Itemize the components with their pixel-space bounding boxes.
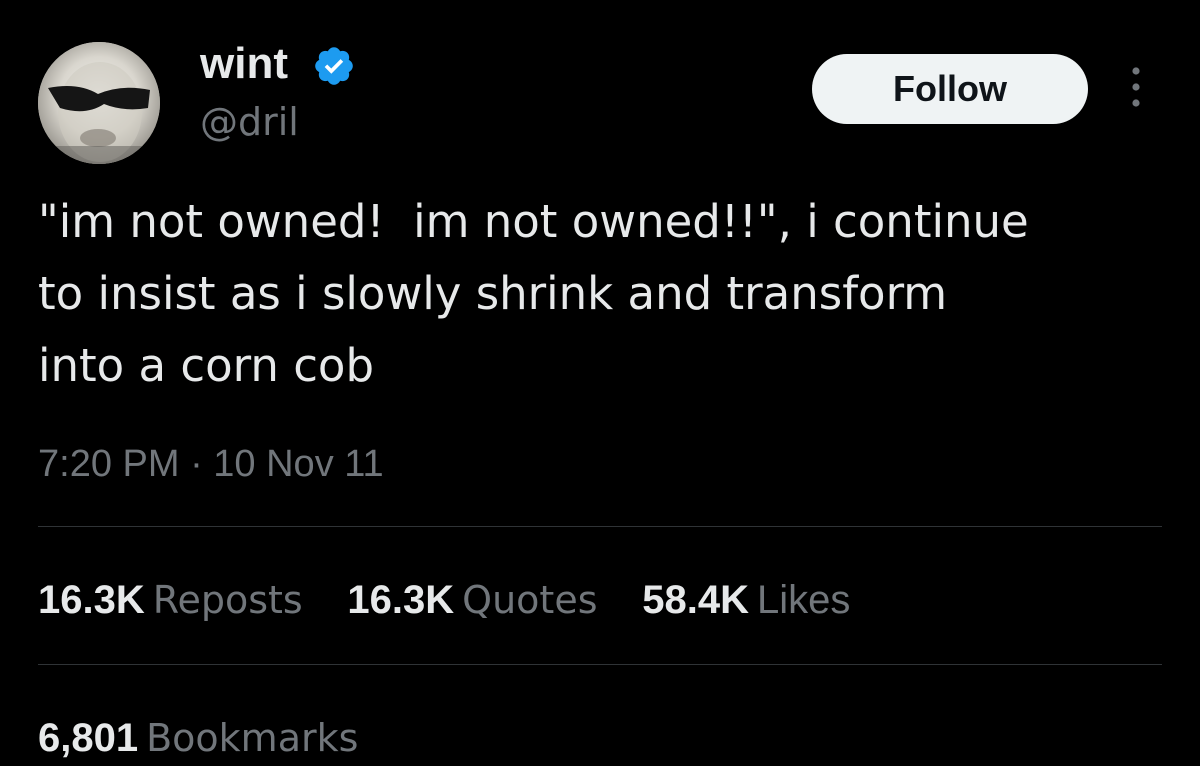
quotes-label: Quotes [462,578,598,622]
display-name[interactable]: wint [200,38,288,90]
reposts-count: 16.3K [38,578,145,622]
tweet-text: "im not owned! im not owned!!", i contin… [38,186,1168,402]
tweet-line: "im not owned! im not owned!!", i contin… [38,195,1029,248]
tweet-line: into a corn cob [38,339,375,392]
divider [38,664,1162,665]
quotes-count: 16.3K [347,578,455,622]
more-vertical-icon[interactable] [1124,64,1148,110]
bookmarks-stat[interactable]: 6,801 Bookmarks [38,712,358,764]
likes-label: Likes [756,578,851,622]
divider [38,526,1162,527]
bookmarks-label: Bookmarks [146,716,359,760]
tweet-timestamp[interactable]: 7:20 PM · 10 Nov 11 [38,440,384,488]
bookmarks-count: 6,801 [38,716,139,760]
follow-button[interactable]: Follow [812,54,1088,124]
likes-stat[interactable]: 58.4K Likes [642,574,850,626]
avatar-image [38,42,160,164]
tweet-line: to insist as i slowly shrink and transfo… [38,267,948,320]
reposts-stat[interactable]: 16.3K Reposts [38,574,303,626]
reposts-label: Reposts [152,578,303,622]
author-handle[interactable]: @dril [200,98,299,146]
likes-count: 58.4K [642,578,749,622]
avatar[interactable] [38,42,160,164]
quotes-stat[interactable]: 16.3K Quotes [347,574,597,626]
engagement-stats: 16.3K Reposts 16.3K Quotes 58.4K Likes [38,574,882,626]
verified-badge-icon [315,47,353,85]
